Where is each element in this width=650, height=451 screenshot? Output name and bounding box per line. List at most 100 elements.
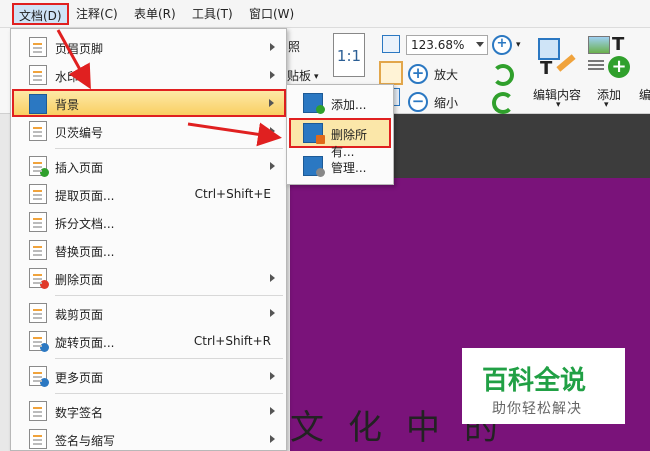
fit-width-icon[interactable]	[379, 61, 403, 85]
rotate-right-icon[interactable]	[492, 92, 514, 114]
menu-item-label: 水印	[55, 70, 80, 84]
rotate-page-icon	[29, 331, 49, 352]
clipboard-dropdown-icon[interactable]: ▾	[314, 72, 319, 82]
submenu-item-remove-all[interactable]: 删除所有...	[289, 118, 391, 159]
more-pages-icon	[29, 366, 49, 387]
menu-item-label: 插入页面	[55, 161, 104, 175]
split-document-icon	[29, 212, 47, 232]
submenu-arrow-icon	[270, 309, 275, 317]
menu-form[interactable]: 表单(R)	[134, 5, 176, 23]
menu-item-digital-signature[interactable]: 数字签名	[13, 397, 285, 425]
rotate-left-icon[interactable]	[492, 64, 514, 86]
menu-item-background[interactable]: 背景	[12, 89, 286, 117]
menu-separator	[55, 148, 283, 149]
document-menu: 页眉页脚 水印 背景 贝茨编号 插入页面 提取页面... Ctrl+Shift+…	[10, 28, 287, 451]
submenu-arrow-icon	[270, 43, 275, 51]
submenu-arrow-icon	[270, 274, 275, 282]
zoom-out-icon[interactable]: −	[408, 92, 428, 112]
menu-bar: 文档(D) 注释(C) 表单(R) 工具(T) 窗口(W)	[0, 0, 650, 28]
zoom-select[interactable]: 123.68%	[406, 35, 488, 55]
menu-item-replace-page[interactable]: 替换页面...	[13, 236, 285, 264]
submenu-arrow-icon	[269, 99, 274, 107]
edit-content-dropdown-icon[interactable]: ▾	[556, 100, 561, 110]
menu-tools[interactable]: 工具(T)	[192, 5, 233, 23]
submenu-item-add[interactable]: 添加...	[289, 88, 391, 118]
menu-item-label: 替换页面...	[55, 245, 115, 259]
delete-page-icon	[29, 268, 49, 289]
menu-item-header-footer[interactable]: 页眉页脚	[13, 33, 285, 61]
zoom-out-label[interactable]: 缩小	[434, 94, 458, 111]
submenu-arrow-icon	[270, 372, 275, 380]
edit-content-icon[interactable]: T	[536, 36, 576, 80]
submenu-arrow-icon	[270, 435, 275, 443]
menu-item-sign-initials[interactable]: 签名与缩写	[13, 425, 285, 451]
menu-item-label: 删除页面	[55, 273, 104, 287]
extract-page-icon	[29, 184, 47, 204]
menu-item-label: 数字签名	[55, 406, 104, 420]
menu-separator	[55, 393, 283, 394]
ribbon-partial-edit-label[interactable]: 编	[639, 86, 650, 103]
digital-signature-icon	[29, 401, 47, 421]
menu-item-crop-page[interactable]: 裁剪页面	[13, 299, 285, 327]
menu-comment[interactable]: 注释(C)	[76, 5, 118, 23]
submenu-arrow-icon	[270, 162, 275, 170]
menu-item-label: 贝茨编号	[55, 126, 104, 140]
bates-number-icon	[29, 121, 47, 141]
fit-page-icon[interactable]	[382, 35, 400, 53]
menu-item-label: 拆分文档...	[55, 217, 115, 231]
background-icon	[29, 94, 47, 114]
zoom-tool-icon[interactable]: +	[492, 35, 512, 55]
menu-item-shortcut: Ctrl+Shift+E	[194, 187, 271, 201]
header-footer-icon	[29, 37, 47, 57]
crop-page-icon	[29, 303, 47, 323]
watermark-title: 百科全说	[482, 366, 587, 396]
zoom-in-label[interactable]: 放大	[434, 66, 458, 83]
submenu-item-manage[interactable]: 管理...	[289, 151, 391, 181]
submenu-item-label: 添加...	[331, 98, 367, 112]
menu-item-shortcut: Ctrl+Shift+R	[193, 334, 271, 348]
menu-window[interactable]: 窗口(W)	[249, 5, 294, 23]
add-label[interactable]: 添加	[597, 86, 621, 103]
add-dropdown-icon[interactable]: ▾	[604, 100, 609, 110]
left-panel-edge	[0, 114, 10, 451]
zoom-tool-dropdown-icon[interactable]: ▾	[516, 40, 521, 50]
submenu-arrow-icon	[270, 407, 275, 415]
menu-item-label: 页眉页脚	[55, 42, 104, 56]
zoom-value: 123.68%	[411, 38, 465, 52]
menu-item-delete-page[interactable]: 删除页面	[13, 264, 285, 292]
menu-item-more-pages[interactable]: 更多页面	[13, 362, 285, 390]
menu-item-label: 旋转页面...	[55, 336, 115, 350]
menu-item-insert-page[interactable]: 插入页面	[13, 152, 285, 180]
zoom-dropdown-icon[interactable]	[476, 42, 484, 47]
ribbon-partial-label: 照	[288, 40, 301, 54]
watermark-icon	[29, 65, 47, 85]
menu-item-rotate-page[interactable]: 旋转页面... Ctrl+Shift+R	[13, 327, 285, 355]
menu-item-label: 签名与缩写	[55, 434, 116, 448]
insert-page-icon	[29, 156, 49, 177]
zoom-in-icon[interactable]: +	[408, 64, 428, 84]
submenu-item-label: 管理...	[331, 161, 367, 175]
add-background-icon	[303, 93, 325, 114]
background-submenu: 添加... 删除所有... 管理...	[286, 84, 394, 185]
actual-size-icon[interactable]: 1:1	[333, 33, 365, 77]
menu-item-watermark[interactable]: 水印	[13, 61, 285, 89]
submenu-arrow-icon	[270, 127, 275, 135]
ribbon-clipboard-label[interactable]: 贴板	[287, 67, 311, 84]
menu-item-label: 提取页面...	[55, 189, 115, 203]
menu-item-extract-page[interactable]: 提取页面... Ctrl+Shift+E	[13, 180, 285, 208]
add-object-icon[interactable]: T +	[588, 34, 630, 80]
menu-document[interactable]: 文档(D)	[12, 3, 69, 25]
menu-separator	[55, 295, 283, 296]
replace-page-icon	[29, 240, 47, 260]
menu-item-bates-number[interactable]: 贝茨编号	[13, 117, 285, 145]
watermark-subtitle: 助你轻松解决	[492, 401, 582, 417]
menu-item-label: 更多页面	[55, 371, 104, 385]
menu-item-label: 背景	[55, 98, 80, 112]
menu-separator	[55, 358, 283, 359]
remove-background-icon	[303, 123, 325, 144]
submenu-arrow-icon	[270, 71, 275, 79]
sign-initials-icon	[29, 429, 47, 449]
menu-item-split-document[interactable]: 拆分文档...	[13, 208, 285, 236]
menu-item-label: 裁剪页面	[55, 308, 104, 322]
manage-background-icon	[303, 156, 325, 177]
